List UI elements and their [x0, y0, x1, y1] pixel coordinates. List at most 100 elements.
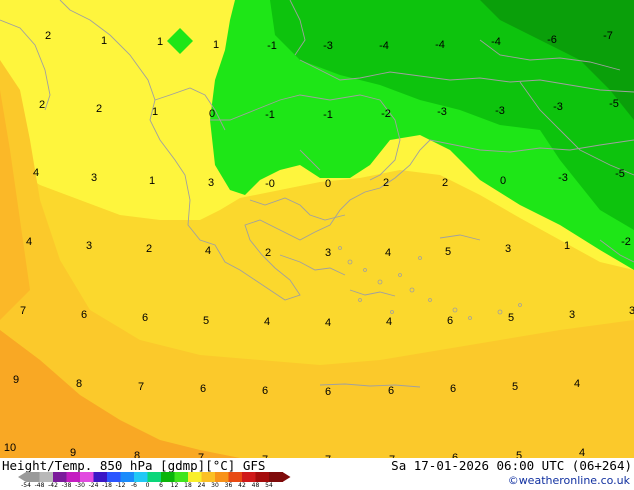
weather-map: 2 1 1 1 -1 -3 -4 -4 -4 -6 -72 2 1 0 -1 -1 -2 -3 -3 -3 -54 3 1 3… [0, 0, 634, 458]
temp-label: 2 [442, 177, 448, 189]
scale-tick-label: -38 [61, 482, 72, 489]
temp-label: 2 [45, 30, 51, 42]
temp-label: 5 [508, 312, 514, 324]
map-footer: Height/Temp. 850 hPa [gdmp][°C] GFS Sa 1… [0, 458, 634, 490]
temp-label: -4 [491, 36, 501, 48]
temp-label: 3 [569, 309, 575, 321]
temp-label: -1 [267, 40, 277, 52]
temp-label: 6 [142, 312, 148, 324]
temp-label: 4 [574, 378, 580, 390]
temp-label: 1 [152, 106, 158, 118]
temp-label: 6 [81, 309, 87, 321]
temp-label: -5 [609, 98, 619, 110]
temp-label: 3 [629, 305, 634, 317]
temp-label: -0 [265, 178, 275, 190]
scale-tick-label: -6 [131, 482, 137, 489]
temp-label: 0 [500, 175, 506, 187]
temp-label: -3 [495, 105, 505, 117]
scale-arrow-left [18, 472, 26, 482]
temp-label: 0 [209, 108, 215, 120]
temp-label: 5 [203, 315, 209, 327]
scale-swatch [66, 472, 81, 482]
temp-label: 6 [388, 385, 394, 397]
temp-label: -3 [437, 106, 447, 118]
chart-title: Height/Temp. 850 hPa [gdmp][°C] GFS [2, 458, 266, 473]
temp-label: 4 [26, 236, 32, 248]
temp-label: -3 [553, 101, 563, 113]
scale-tick-label: -30 [75, 482, 85, 489]
temp-label: 6 [325, 386, 331, 398]
scale-swatch [93, 472, 108, 482]
temp-label: 5 [516, 450, 522, 458]
temp-label: -3 [558, 172, 568, 184]
scale-swatch [269, 472, 283, 482]
scale-tick-label: -48 [34, 482, 45, 489]
scale-tick-label: 54 [265, 482, 273, 489]
temp-label: -1 [265, 109, 275, 121]
scale-tick-label: -18 [102, 482, 112, 489]
temp-label: 2 [265, 247, 271, 259]
temp-label: 4 [205, 245, 211, 257]
temp-label: -6 [547, 34, 557, 46]
scale-tick-label: 30 [211, 482, 219, 489]
scale-tick-label: 18 [184, 482, 192, 489]
temp-label: -2 [621, 236, 631, 248]
temp-label: 10 [4, 442, 16, 454]
scale-swatch [201, 472, 216, 482]
scale-swatch [161, 472, 175, 482]
temp-label: 9 [70, 447, 76, 458]
temp-label: 5 [445, 246, 451, 258]
temp-label: 4 [33, 167, 39, 179]
temp-label: 3 [208, 177, 214, 189]
temp-label: 2 [96, 103, 102, 115]
temp-label: 0 [325, 178, 331, 190]
scale-swatch [174, 472, 189, 482]
temp-label: 4 [386, 316, 392, 328]
temp-label: 7 [20, 305, 26, 317]
temp-label: 8 [134, 450, 140, 458]
scale-tick-label: 24 [197, 482, 206, 489]
temp-label: 1 [149, 175, 155, 187]
scale-swatch [120, 472, 135, 482]
color-scale [18, 472, 291, 482]
temp-label: 6 [447, 315, 453, 327]
temp-label: 9 [13, 374, 19, 386]
scale-tick-label: 48 [251, 482, 260, 489]
scale-tick-label: 36 [224, 482, 233, 489]
credit-link[interactable]: ©weatheronline.co.uk [508, 474, 630, 487]
temp-label: 6 [450, 383, 456, 395]
temp-label: 4 [325, 317, 331, 329]
scale-swatch [215, 472, 229, 482]
scale-tick-label: 0 [145, 482, 150, 489]
temp-label: 3 [505, 243, 511, 255]
temp-label: 1 [157, 36, 163, 48]
temp-label: -7 [603, 30, 613, 42]
scale-tick-label: -24 [88, 482, 99, 489]
scale-swatch [107, 472, 121, 482]
scale-swatch [188, 472, 202, 482]
scale-swatch [26, 472, 40, 482]
temp-label: 2 [383, 177, 389, 189]
scale-swatch [147, 472, 162, 482]
temp-label: -4 [435, 39, 445, 51]
temp-label: -3 [323, 40, 333, 52]
temp-label: -2 [381, 108, 391, 120]
scale-swatch [39, 472, 54, 482]
temp-label: 1 [564, 240, 570, 252]
temp-label: 8 [76, 378, 82, 390]
temp-label: 2 [39, 99, 45, 111]
temp-label: 4 [385, 247, 391, 259]
scale-swatch [134, 472, 148, 482]
temp-label: 4 [264, 316, 270, 328]
temp-label: -4 [379, 40, 389, 52]
scale-arrow-right [282, 472, 291, 482]
temp-label: -5 [615, 168, 625, 180]
scale-swatch [228, 472, 243, 482]
scale-swatch [242, 472, 256, 482]
scale-swatch [80, 472, 94, 482]
scale-tick-label: -42 [48, 482, 58, 489]
temp-label: 1 [213, 39, 219, 51]
temp-label: 5 [512, 381, 518, 393]
scale-tick-label: -54 [21, 482, 31, 489]
scale-tick-label: 6 [159, 482, 163, 489]
